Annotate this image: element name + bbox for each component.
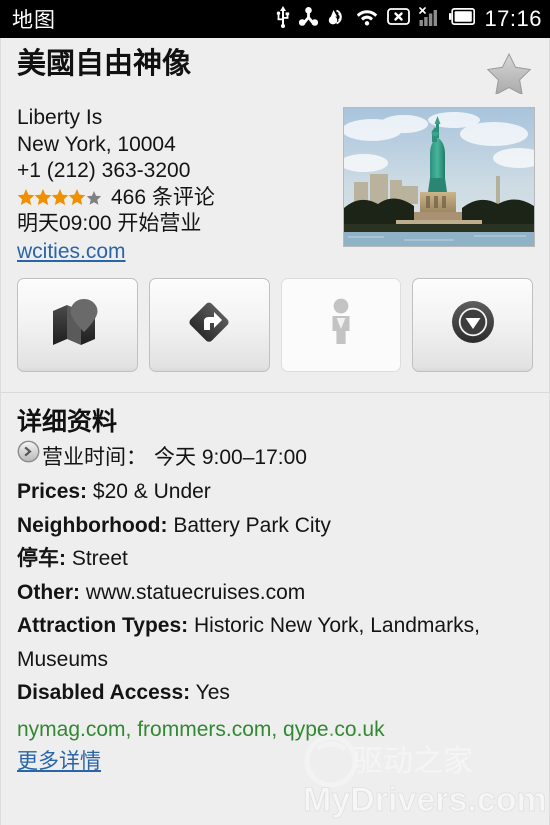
detail-label-attraction-types: Attraction Types: bbox=[17, 614, 189, 637]
opening-hours-value: 今天 9:00–17:00 bbox=[154, 445, 307, 469]
pegman-icon bbox=[326, 298, 356, 351]
detail-label-disabled-access: Disabled Access: bbox=[17, 681, 191, 704]
status-bar-icons bbox=[276, 5, 476, 33]
detail-label-parking: 停车: bbox=[17, 547, 66, 570]
detail-row-parking: 停车: Street bbox=[17, 542, 533, 576]
detail-value-disabled-access: Yes bbox=[195, 681, 230, 704]
chevron-right-circle-icon bbox=[17, 440, 40, 476]
opening-hours-row[interactable]: 营业时间： 今天 9:00–17:00 bbox=[17, 440, 533, 476]
place-info-column: Liberty Is New York, 10004 +1 (212) 363-… bbox=[17, 105, 335, 266]
vibrate-icon bbox=[327, 7, 347, 32]
street-view-button[interactable] bbox=[280, 277, 402, 372]
phone-number[interactable]: +1 (212) 363-3200 bbox=[17, 158, 335, 185]
place-info-row: Liberty Is New York, 10004 +1 (212) 363-… bbox=[17, 105, 535, 266]
source-links[interactable]: nymag.com, frommers.com, qype.co.uk bbox=[17, 713, 533, 746]
circle-down-arrow-icon bbox=[450, 299, 496, 350]
website-link[interactable]: wcities.com bbox=[17, 238, 126, 266]
phone-screen: 地图 17:16 美國自由神像 Liberty Is New York, 100… bbox=[0, 0, 550, 825]
favorite-star-icon[interactable] bbox=[486, 52, 532, 99]
detail-row-disabled-access: Disabled Access: Yes bbox=[17, 676, 533, 710]
usb-icon bbox=[276, 5, 290, 33]
detail-label-other: Other: bbox=[17, 580, 80, 604]
more-details-link[interactable]: 更多详情 bbox=[17, 746, 101, 777]
opening-hours-label: 营业时间： bbox=[42, 445, 147, 469]
show-on-map-button[interactable] bbox=[17, 277, 138, 372]
address-line-1: Liberty Is bbox=[17, 106, 103, 129]
place-header: 美國自由神像 Liberty Is New York, 10004 +1 (21… bbox=[1, 38, 549, 266]
more-options-button[interactable] bbox=[412, 277, 533, 372]
detail-row-neighborhood: Neighborhood: Battery Park City bbox=[17, 509, 533, 543]
action-button-row bbox=[1, 266, 549, 372]
signal-bars-no-service-icon bbox=[419, 6, 440, 32]
details-section: 详细资料 营业时间： 今天 9:00–17:00 Prices: $20 & U… bbox=[1, 393, 549, 777]
detail-row-other: Other: www.statuecruises.com bbox=[17, 576, 533, 610]
map-pin-icon bbox=[51, 299, 103, 350]
rating-stars bbox=[17, 188, 105, 208]
detail-value-other: www.statuecruises.com bbox=[85, 580, 306, 604]
detail-label-neighborhood: Neighborhood: bbox=[17, 513, 168, 537]
status-bar: 地图 17:16 bbox=[0, 0, 550, 38]
status-bar-clock: 17:16 bbox=[484, 6, 542, 31]
android-sync-icon bbox=[299, 6, 319, 32]
place-details-card: 美國自由神像 Liberty Is New York, 10004 +1 (21… bbox=[0, 38, 550, 825]
review-count: 466 条评论 bbox=[111, 185, 215, 209]
directions-button[interactable] bbox=[148, 277, 270, 372]
directions-arrow-icon bbox=[186, 299, 232, 350]
detail-row-attraction-types: Attraction Types: Historic New York, Lan… bbox=[17, 609, 533, 676]
address-line-2: New York, 10004 bbox=[17, 132, 176, 156]
page-title: 美國自由神像 bbox=[17, 48, 192, 80]
open-status: 明天09:00 开始营业 bbox=[17, 212, 202, 235]
wifi-icon bbox=[356, 7, 378, 31]
detail-value-parking: Street bbox=[71, 547, 128, 570]
detail-row-prices: Prices: $20 & Under bbox=[17, 475, 533, 509]
rating-row[interactable]: 466 条评论 bbox=[17, 185, 335, 212]
detail-label-prices: Prices: bbox=[17, 480, 88, 503]
watermark-latin-text: MyDrivers.com bbox=[303, 781, 547, 819]
sdcard-removed-icon bbox=[387, 7, 411, 31]
status-bar-app-title: 地图 bbox=[12, 9, 56, 32]
detail-value-prices: $20 & Under bbox=[92, 480, 211, 503]
details-heading: 详细资料 bbox=[17, 407, 118, 436]
place-photo[interactable] bbox=[343, 107, 535, 247]
battery-icon bbox=[449, 8, 476, 30]
detail-value-neighborhood: Battery Park City bbox=[173, 513, 331, 537]
title-row: 美國自由神像 bbox=[17, 48, 535, 99]
